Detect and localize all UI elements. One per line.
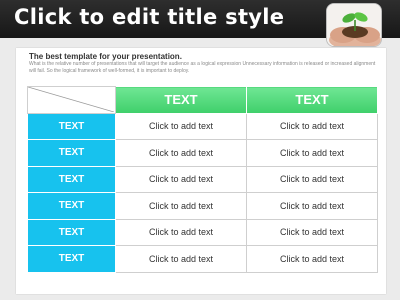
row-header[interactable]: TEXT bbox=[27, 192, 116, 220]
corner-cell bbox=[27, 86, 116, 114]
table-row: TEXT Click to add text Click to add text bbox=[27, 112, 378, 140]
seedling-icon bbox=[327, 4, 381, 46]
table-row: TEXT Click to add text Click to add text bbox=[27, 165, 378, 193]
column-header[interactable]: TEXT bbox=[115, 86, 247, 114]
data-table: TEXT TEXT TEXT Click to add text Click t… bbox=[27, 86, 378, 273]
table-row: TEXT Click to add text Click to add text bbox=[27, 245, 378, 273]
table-cell[interactable]: Click to add text bbox=[115, 139, 247, 167]
table-cell[interactable]: Click to add text bbox=[115, 218, 247, 246]
slide-subtitle[interactable]: The best template for your presentation. bbox=[29, 52, 182, 61]
table-cell[interactable]: Click to add text bbox=[115, 165, 247, 193]
table-header-row: TEXT TEXT bbox=[27, 86, 378, 114]
slide-title[interactable]: Click to edit title style bbox=[14, 5, 284, 29]
table-row: TEXT Click to add text Click to add text bbox=[27, 218, 378, 246]
table-cell[interactable]: Click to add text bbox=[115, 112, 247, 140]
table-cell[interactable]: Click to add text bbox=[246, 218, 378, 246]
seedling-hands-image bbox=[326, 3, 382, 47]
table-row: TEXT Click to add text Click to add text bbox=[27, 192, 378, 220]
row-header[interactable]: TEXT bbox=[27, 112, 116, 140]
slide-description[interactable]: What is the relative number of presentat… bbox=[29, 61, 381, 75]
table-row: TEXT Click to add text Click to add text bbox=[27, 139, 378, 167]
table-cell[interactable]: Click to add text bbox=[246, 112, 378, 140]
row-header[interactable]: TEXT bbox=[27, 165, 116, 193]
row-header[interactable]: TEXT bbox=[27, 245, 116, 273]
table-cell[interactable]: Click to add text bbox=[246, 165, 378, 193]
column-header[interactable]: TEXT bbox=[246, 86, 378, 114]
row-header[interactable]: TEXT bbox=[27, 218, 116, 246]
table-cell[interactable]: Click to add text bbox=[246, 139, 378, 167]
table-cell[interactable]: Click to add text bbox=[246, 245, 378, 273]
row-header[interactable]: TEXT bbox=[27, 139, 116, 167]
table-cell[interactable]: Click to add text bbox=[115, 245, 247, 273]
table-cell[interactable]: Click to add text bbox=[246, 192, 378, 220]
table-cell[interactable]: Click to add text bbox=[115, 192, 247, 220]
diagonal-divider bbox=[28, 87, 114, 113]
